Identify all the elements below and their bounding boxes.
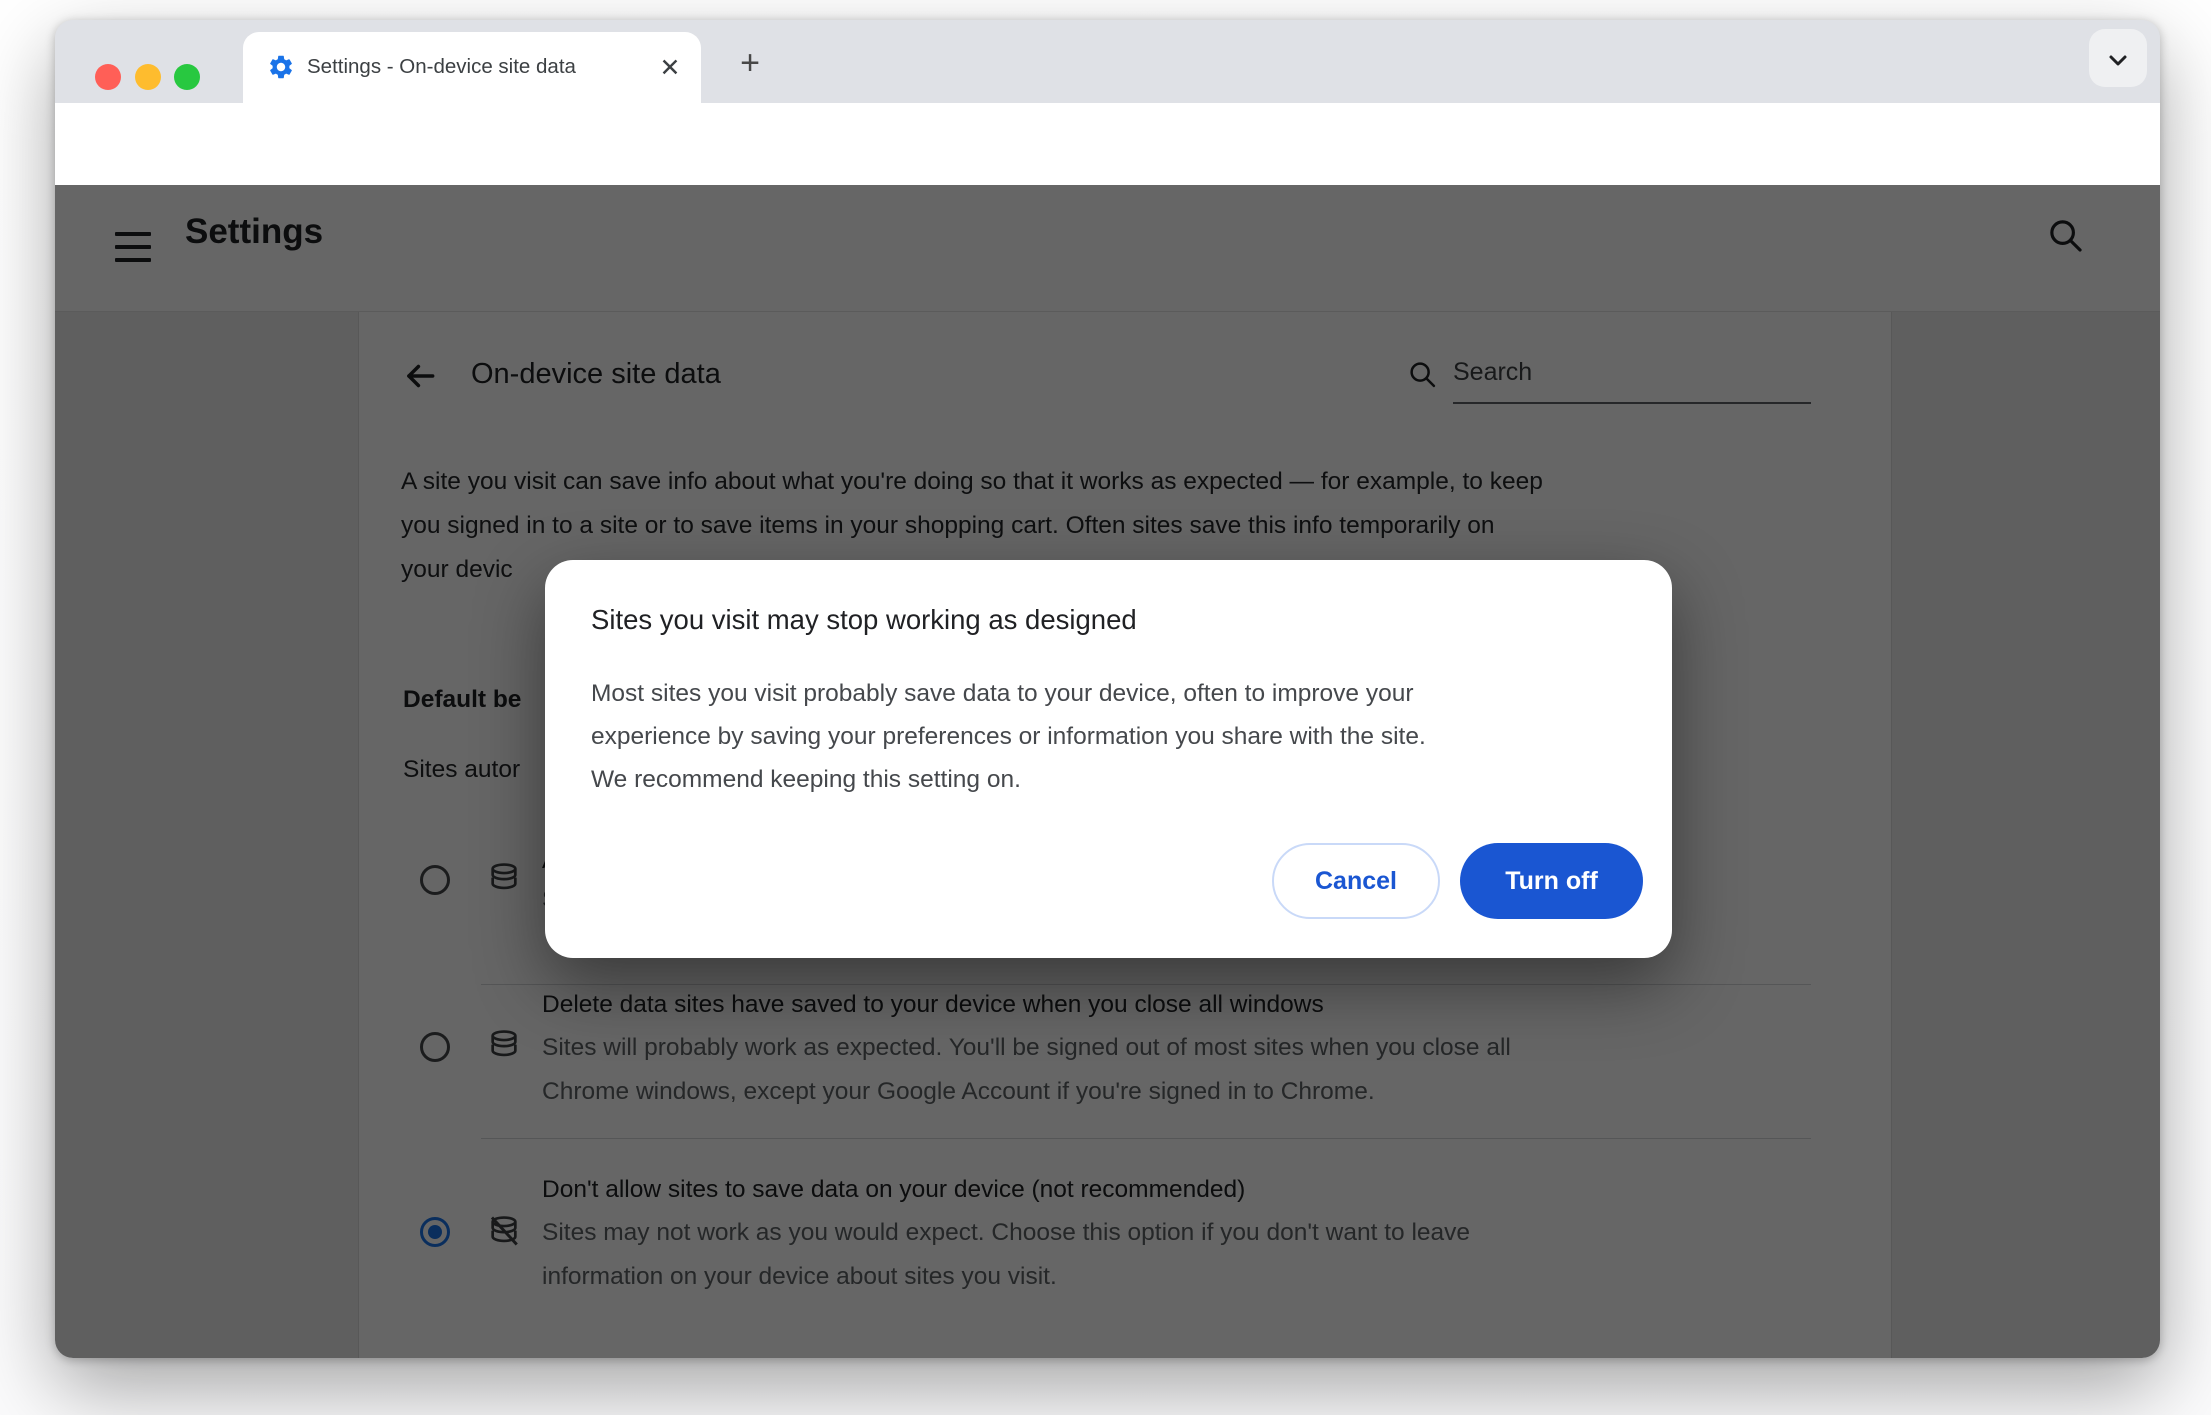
tab-title-fade xyxy=(573,50,649,84)
traffic-light-minimize-button[interactable] xyxy=(135,64,161,90)
dialog-title: Sites you visit may stop working as desi… xyxy=(591,604,1137,635)
new-tab-button[interactable]: + xyxy=(729,43,771,85)
confirmation-dialog: Sites you visit may stop working as desi… xyxy=(545,560,1672,958)
chevron-down-icon xyxy=(2109,55,2127,66)
active-tab[interactable]: Settings - On-device site data ✕ xyxy=(243,32,701,103)
browser-toolbar: Chrome chrome://settings/content/siteDat… xyxy=(55,103,2160,268)
screenshot-canvas: Settings - On-device site data ✕ + Sites… xyxy=(0,0,2211,1415)
settings-gear-favicon-icon xyxy=(267,53,295,81)
dialog-body: Most sites you visit probably save data … xyxy=(591,680,1426,793)
browser-window: Settings - On-device site data ✕ + Sites… xyxy=(55,20,2160,1358)
traffic-light-zoom-button[interactable] xyxy=(174,64,200,90)
tab-close-icon[interactable]: ✕ xyxy=(655,54,685,84)
tab-search-chevron-button[interactable] xyxy=(2089,29,2147,87)
tab-strip: Settings - On-device site data ✕ + xyxy=(55,20,2160,103)
turn-off-button[interactable]: Turn off xyxy=(1460,843,1643,919)
traffic-light-close-button[interactable] xyxy=(95,64,121,90)
cancel-button[interactable]: Cancel xyxy=(1272,843,1440,919)
